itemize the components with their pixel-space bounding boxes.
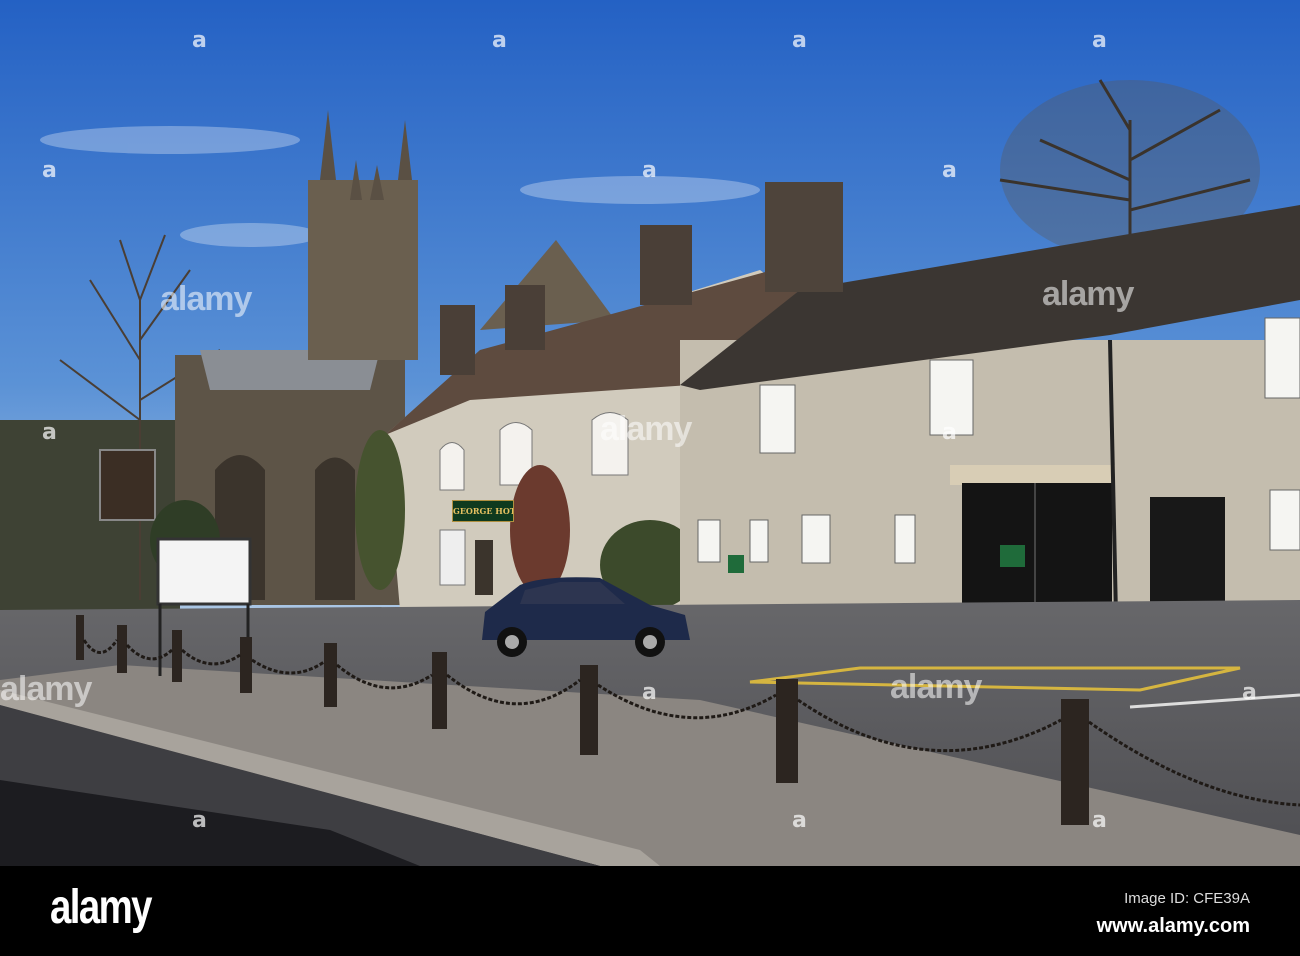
watermark-dot: a	[1242, 680, 1257, 705]
notice-board	[156, 537, 252, 606]
watermark: alamy	[160, 280, 252, 318]
watermark-dot: a	[642, 158, 657, 183]
watermark: alamy	[890, 668, 982, 706]
pub-hanging-sign	[99, 449, 156, 521]
watermark-dot: a	[642, 680, 657, 705]
watermark-dot: a	[42, 158, 57, 183]
watermark-dot: a	[792, 808, 807, 833]
watermark: alamy	[0, 670, 92, 708]
george-hotel-sign: GEORGE HOTEL	[452, 500, 514, 522]
alamy-logo: alamy	[50, 881, 152, 934]
watermark-dot: a	[492, 28, 507, 53]
watermark-dot: a	[192, 28, 207, 53]
image-id: Image ID: CFE39A	[1124, 890, 1250, 907]
watermark-dot: a	[792, 28, 807, 53]
watermark: alamy	[600, 410, 692, 448]
watermark-dot: a	[42, 420, 57, 445]
watermark-dot: a	[942, 158, 957, 183]
watermark-dot: a	[1092, 808, 1107, 833]
website-link[interactable]: www.alamy.com	[1097, 915, 1250, 938]
watermark: alamy	[1042, 275, 1134, 313]
photo-scene: GEORGE HOTEL alamy alamy alamy alamy ala…	[0, 0, 1300, 956]
watermark-dot: a	[942, 420, 957, 445]
stock-footer: alamy Image ID: CFE39A www.alamy.com	[0, 866, 1300, 956]
watermark-dot: a	[192, 808, 207, 833]
watermark-dot: a	[1092, 28, 1107, 53]
